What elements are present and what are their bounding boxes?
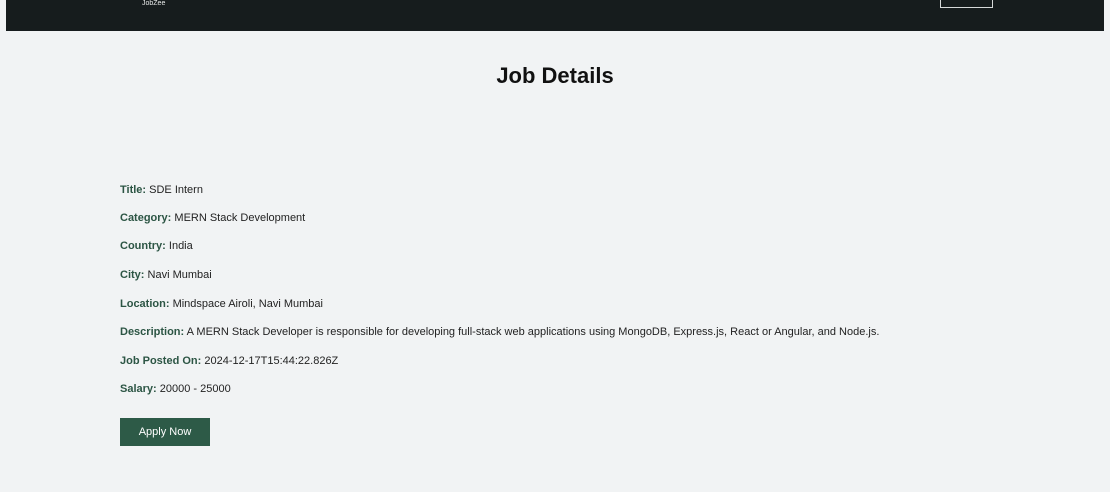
navbar: JobZee bbox=[6, 0, 1104, 31]
detail-category: Category: MERN Stack Development bbox=[120, 212, 305, 224]
detail-value: India bbox=[168, 240, 193, 252]
detail-label: Country: bbox=[120, 240, 166, 252]
detail-label: Description: bbox=[120, 326, 185, 338]
detail-label: Title: bbox=[120, 184, 147, 196]
detail-value: Mindspace Airoli, Navi Mumbai bbox=[172, 298, 323, 310]
detail-city: City: Navi Mumbai bbox=[120, 269, 212, 281]
nav-menu-button[interactable] bbox=[940, 0, 993, 8]
detail-label: City: bbox=[120, 269, 145, 281]
detail-posted-on: Job Posted On: 2024-12-17T15:44:22.826Z bbox=[120, 355, 338, 367]
detail-salary: Salary: 20000 - 25000 bbox=[120, 383, 231, 395]
page-title: Job Details bbox=[496, 63, 614, 88]
detail-label: Salary: bbox=[120, 383, 157, 395]
detail-value: 20000 - 25000 bbox=[159, 383, 231, 395]
detail-value: A MERN Stack Developer is responsible fo… bbox=[186, 326, 880, 338]
detail-label: Category: bbox=[120, 212, 172, 224]
detail-description: Description: A MERN Stack Developer is r… bbox=[120, 326, 879, 338]
apply-now-button[interactable]: Apply Now bbox=[120, 418, 210, 446]
detail-location: Location: Mindspace Airoli, Navi Mumbai bbox=[120, 298, 323, 310]
brand-logo-text[interactable]: JobZee bbox=[142, 0, 165, 8]
detail-label: Job Posted On: bbox=[120, 355, 202, 367]
detail-label: Location: bbox=[120, 298, 170, 310]
detail-country: Country: India bbox=[120, 240, 193, 252]
job-details-page: Job Details Title: SDE Intern Category: … bbox=[6, 31, 1104, 492]
detail-value: Navi Mumbai bbox=[147, 269, 212, 281]
detail-value: MERN Stack Development bbox=[174, 212, 306, 224]
detail-title: Title: SDE Intern bbox=[120, 184, 203, 196]
detail-value: SDE Intern bbox=[149, 184, 203, 196]
detail-value: 2024-12-17T15:44:22.826Z bbox=[204, 355, 339, 367]
